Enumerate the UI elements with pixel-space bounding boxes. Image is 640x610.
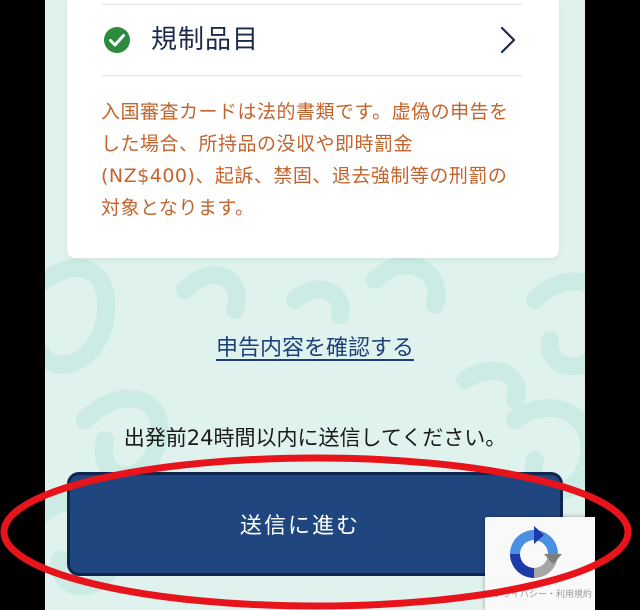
check-circle-icon [104, 27, 130, 53]
declaration-summary-card: 規制品目 入国審査カードは法的書類です。虚偽の申告を した場合、所持品の没収や即… [67, 0, 559, 258]
warning-line: (NZ$400)、起訴、禁固、退去強制等の刑罰の [101, 165, 508, 187]
review-declaration-link[interactable]: 申告内容を確認する [45, 330, 585, 362]
recaptcha-badge[interactable]: プライバシー・利用規約 [485, 517, 595, 610]
recaptcha-privacy-terms[interactable]: プライバシー・利用規約 [493, 587, 592, 600]
chevron-right-icon[interactable] [497, 25, 519, 55]
warning-line: 対象となります。 [101, 197, 255, 219]
restricted-items-row[interactable]: 規制品目 [101, 4, 523, 76]
submit-timing-instruction: 出発前24時間以内に送信してください。 [123, 426, 507, 450]
warning-line: 入国審査カードは法的書類です。虚偽の申告を [101, 101, 509, 123]
warning-line: した場合、所持品の没収や即時罰金 [101, 133, 414, 155]
legal-warning-text: 入国審査カードは法的書類です。虚偽の申告を した場合、所持品の没収や即時罰金 (… [101, 96, 531, 224]
restricted-items-label: 規制品目 [151, 25, 260, 55]
recaptcha-icon [510, 526, 562, 578]
screen: 規制品目 入国審査カードは法的書類です。虚偽の申告を した場合、所持品の没収や即… [0, 0, 640, 610]
